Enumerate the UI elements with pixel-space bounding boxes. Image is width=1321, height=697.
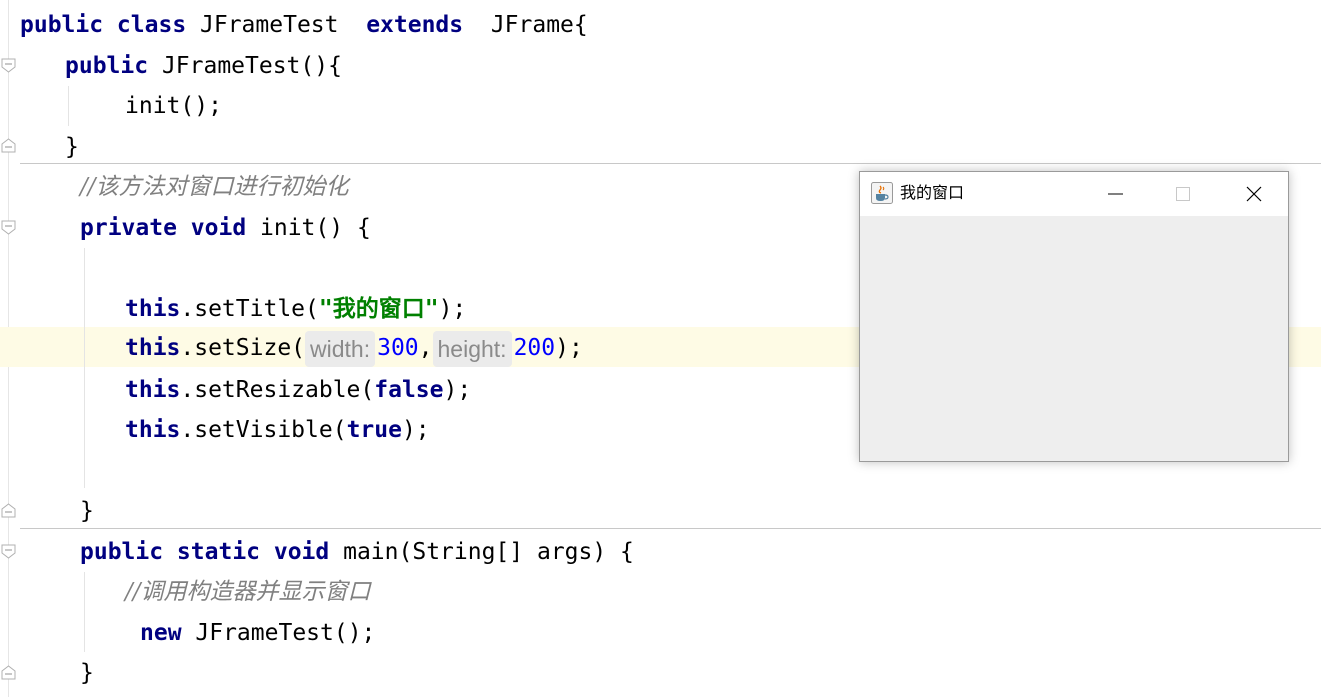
- code-token: init();: [125, 93, 222, 119]
- code-token: }: [80, 498, 94, 524]
- number-token: 300: [377, 335, 419, 361]
- code-line[interactable]: this.setResizable(false);: [125, 370, 471, 410]
- keyword-token: new: [140, 620, 196, 646]
- maximize-button[interactable]: [1160, 172, 1206, 216]
- number-token: 200: [513, 335, 556, 361]
- maximize-icon: [1176, 187, 1190, 201]
- code-token: .setTitle(: [180, 296, 319, 322]
- code-line[interactable]: }: [80, 491, 94, 531]
- code-line[interactable]: init();: [125, 86, 222, 126]
- code-token: ,: [418, 335, 433, 361]
- code-comment[interactable]: //该方法对窗口进行初始化: [80, 167, 349, 207]
- parameter-hint: height:: [432, 330, 512, 367]
- code-token: JFrameTest();: [195, 620, 376, 646]
- minimize-button[interactable]: [1091, 172, 1137, 216]
- code-token: .setSize(: [180, 335, 306, 361]
- method-separator: [20, 528, 1321, 529]
- method-separator: [20, 163, 1321, 164]
- comment-token: //调用构造器并显示窗口: [125, 579, 371, 605]
- indent-guide: [84, 572, 85, 652]
- code-line[interactable]: public JFrameTest(){: [65, 46, 342, 86]
- fold-collapse-icon[interactable]: [1, 58, 16, 73]
- keyword-token: this: [125, 335, 181, 361]
- parameter-hint: width:: [305, 330, 376, 367]
- fold-collapse-icon[interactable]: [1, 544, 16, 559]
- keyword-token: this: [125, 296, 181, 322]
- keyword-token: public: [65, 53, 162, 79]
- indent-guide: [68, 86, 69, 126]
- code-line[interactable]: this.setSize(width: 300, height: 200);: [125, 328, 583, 368]
- keyword-token: true: [346, 417, 402, 443]
- swing-window[interactable]: 我的窗口: [859, 171, 1289, 462]
- keyword-token: false: [374, 377, 444, 403]
- code-token: JFrameTest: [200, 12, 367, 38]
- code-line[interactable]: this.setVisible(true);: [125, 410, 430, 450]
- code-token: }: [65, 134, 79, 160]
- keyword-token: extends: [366, 12, 464, 38]
- code-line[interactable]: this.setTitle("我的窗口");: [125, 289, 466, 329]
- code-line[interactable]: public class JFrameTest extends JFrame{: [20, 5, 588, 45]
- keyword-token: this: [125, 377, 181, 403]
- window-content-pane: [860, 216, 1288, 461]
- code-line[interactable]: private void init() {: [80, 208, 371, 248]
- fold-collapse-icon[interactable]: [1, 220, 16, 235]
- keyword-token: this: [125, 417, 181, 443]
- minimize-icon: [1108, 193, 1123, 195]
- code-token: JFrameTest(){: [161, 53, 342, 79]
- code-token: );: [438, 296, 467, 322]
- code-token: .setResizable(: [180, 377, 375, 403]
- close-icon: [1246, 186, 1262, 202]
- string-token: "我的窗口": [318, 296, 439, 322]
- code-comment[interactable]: //调用构造器并显示窗口: [125, 572, 371, 612]
- code-line[interactable]: public static void main(String[] args) {: [80, 532, 634, 572]
- fold-end-icon[interactable]: [1, 665, 16, 680]
- code-token: init() {: [260, 215, 371, 241]
- comment-token: //该方法对窗口进行初始化: [80, 174, 349, 200]
- window-title: 我的窗口: [900, 185, 965, 202]
- keyword-token: public static void: [80, 539, 344, 565]
- code-token: );: [555, 335, 583, 361]
- keyword-token: public class: [20, 12, 201, 38]
- fold-end-icon[interactable]: [1, 503, 16, 518]
- indent-guide: [84, 248, 85, 488]
- code-token: main(String[] args) {: [343, 539, 634, 565]
- code-line[interactable]: new JFrameTest();: [140, 613, 375, 653]
- code-token: JFrame{: [463, 12, 588, 38]
- code-token: );: [443, 377, 472, 403]
- close-button[interactable]: [1231, 172, 1277, 216]
- fold-end-icon[interactable]: [1, 138, 16, 153]
- code-token: );: [401, 417, 430, 443]
- java-coffee-icon: [871, 182, 893, 204]
- code-line[interactable]: }: [80, 653, 94, 693]
- window-titlebar[interactable]: 我的窗口: [860, 172, 1288, 216]
- code-token: }: [80, 660, 94, 686]
- code-line[interactable]: }: [65, 127, 79, 167]
- code-token: .setVisible(: [180, 417, 347, 443]
- keyword-token: private void: [80, 215, 261, 241]
